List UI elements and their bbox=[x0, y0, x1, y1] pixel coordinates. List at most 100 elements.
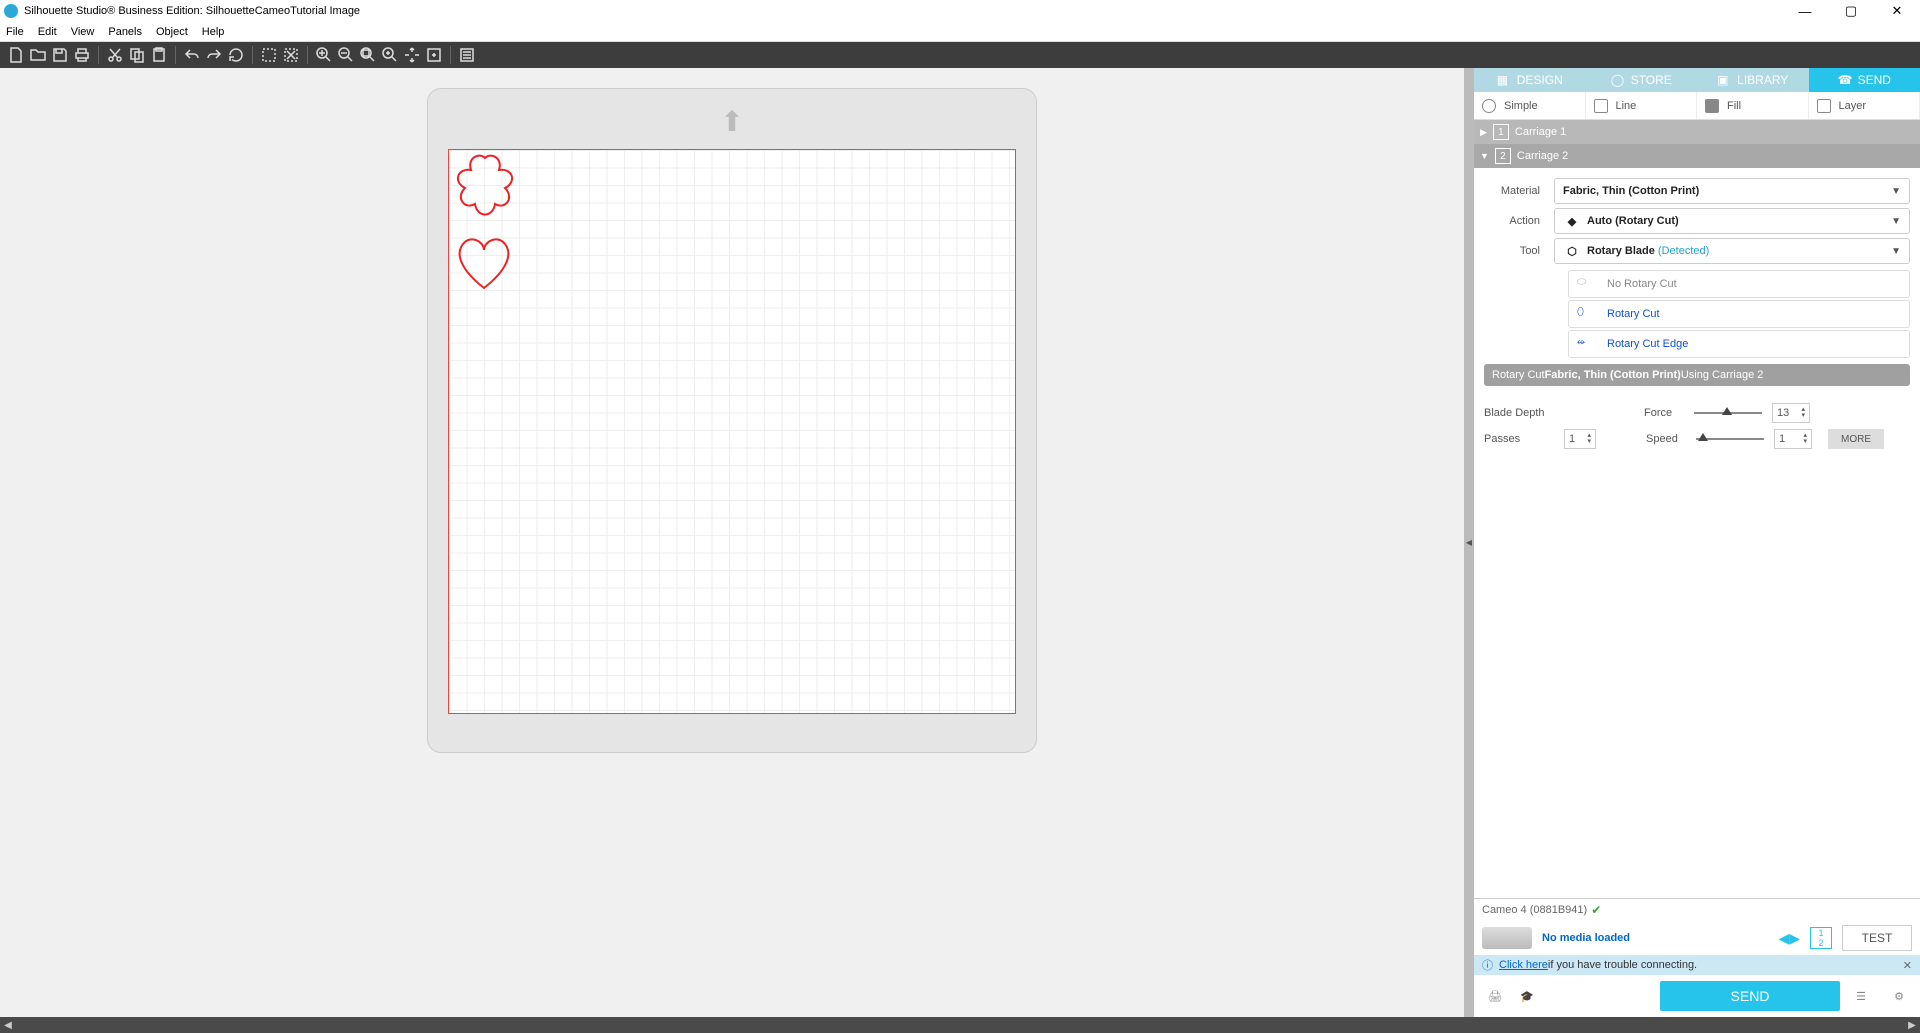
menu-help[interactable]: Help bbox=[202, 26, 225, 38]
zoom-drag-icon[interactable] bbox=[380, 45, 400, 65]
force-slider[interactable] bbox=[1694, 408, 1762, 418]
copy-icon[interactable] bbox=[127, 45, 147, 65]
select-all-icon[interactable] bbox=[259, 45, 279, 65]
media-bar: No media loaded ◀▶ 12 TEST bbox=[1474, 921, 1920, 955]
tab-send-label: SEND bbox=[1858, 73, 1891, 87]
title-bar: Silhouette Studio® Business Edition: Sil… bbox=[0, 0, 1920, 22]
menu-edit[interactable]: Edit bbox=[38, 26, 57, 38]
device-icon[interactable]: 🖨 bbox=[1484, 985, 1506, 1007]
cut-icon[interactable] bbox=[105, 45, 125, 65]
mode-layer[interactable]: Layer bbox=[1809, 92, 1920, 119]
redo-icon[interactable] bbox=[204, 45, 224, 65]
more-button[interactable]: MORE bbox=[1828, 429, 1884, 449]
stepper-icon[interactable]: ▴▾ bbox=[1587, 433, 1591, 445]
load-arrows-icon[interactable]: ◀▶ bbox=[1778, 930, 1800, 947]
zoom-in-icon[interactable] bbox=[314, 45, 334, 65]
tool-row: Tool ⬡Rotary Blade (Detected) ▼ bbox=[1484, 236, 1910, 266]
more-label: MORE bbox=[1841, 434, 1871, 445]
menu-object[interactable]: Object bbox=[156, 26, 188, 38]
menu-panels[interactable]: Panels bbox=[108, 26, 142, 38]
folder-icon: ▣ bbox=[1717, 73, 1731, 87]
force-input[interactable]: 13 ▴▾ bbox=[1772, 403, 1810, 423]
zoom-selection-icon[interactable] bbox=[358, 45, 378, 65]
print-icon[interactable] bbox=[72, 45, 92, 65]
collapsed-icon: ▶ bbox=[1480, 127, 1487, 138]
passes-input[interactable]: 1 ▴▾ bbox=[1564, 429, 1596, 449]
material-dropdown[interactable]: Fabric, Thin (Cotton Print) ▼ bbox=[1554, 178, 1910, 204]
menu-bar: File Edit View Panels Object Help bbox=[0, 22, 1920, 42]
passes-value: 1 bbox=[1569, 433, 1575, 445]
blade-depth-label: Blade Depth bbox=[1484, 407, 1554, 419]
graduation-icon[interactable]: 🎓 bbox=[1516, 985, 1538, 1007]
option-rotary-cut-edge[interactable]: ⬰ Rotary Cut Edge bbox=[1568, 330, 1910, 358]
open-file-icon[interactable] bbox=[28, 45, 48, 65]
carriage-2-header[interactable]: ▼ 2 Carriage 2 bbox=[1474, 144, 1920, 168]
tool-dropdown[interactable]: ⬡Rotary Blade (Detected) ▼ bbox=[1554, 238, 1910, 264]
menu-file[interactable]: File bbox=[6, 26, 24, 38]
list-icon[interactable]: ☰ bbox=[1850, 985, 1872, 1007]
carriage-1-header[interactable]: ▶ 1 Carriage 1 bbox=[1474, 120, 1920, 144]
window-title: Silhouette Studio® Business Edition: Sil… bbox=[24, 5, 360, 17]
option-rotary-cut[interactable]: ⬯ Rotary Cut bbox=[1568, 300, 1910, 328]
deselect-icon[interactable] bbox=[281, 45, 301, 65]
top-tabs: ▦DESIGN ◯STORE ▣ LIBRARY ☎SEND bbox=[1474, 68, 1920, 92]
refresh-icon[interactable] bbox=[226, 45, 246, 65]
tab-store[interactable]: ◯STORE bbox=[1586, 68, 1698, 92]
flower-shape[interactable] bbox=[453, 154, 517, 220]
mode-fill[interactable]: Fill bbox=[1697, 92, 1809, 119]
trouble-text: if you have trouble connecting. bbox=[1548, 959, 1697, 971]
tab-design[interactable]: ▦DESIGN bbox=[1474, 68, 1586, 92]
test-button[interactable]: TEST bbox=[1842, 925, 1912, 951]
params-row-2: Passes 1▴▾ Speed 1▴▾ MORE bbox=[1484, 426, 1910, 452]
canvas-area[interactable]: ⬆ bbox=[0, 68, 1464, 1017]
new-file-icon[interactable] bbox=[6, 45, 26, 65]
tab-library[interactable]: ▣ LIBRARY bbox=[1697, 68, 1809, 92]
preferences-icon[interactable] bbox=[457, 45, 477, 65]
mode-line[interactable]: Line bbox=[1586, 92, 1698, 119]
panel-splitter[interactable] bbox=[1464, 68, 1474, 1017]
scroll-left-icon[interactable]: ◀ bbox=[0, 1017, 16, 1033]
close-trouble-icon[interactable]: ✕ bbox=[1903, 959, 1912, 972]
mode-simple[interactable]: Simple bbox=[1474, 92, 1586, 119]
scroll-right-icon[interactable]: ▶ bbox=[1904, 1017, 1920, 1033]
zoom-out-icon[interactable] bbox=[336, 45, 356, 65]
design-canvas[interactable] bbox=[448, 149, 1016, 714]
fit-page-icon[interactable] bbox=[424, 45, 444, 65]
material-row: Material Fabric, Thin (Cotton Print) ▼ bbox=[1484, 176, 1910, 206]
close-button[interactable]: ✕ bbox=[1874, 0, 1920, 22]
undo-icon[interactable] bbox=[182, 45, 202, 65]
minimize-button[interactable]: — bbox=[1782, 0, 1828, 22]
horizontal-scrollbar[interactable]: ◀ ▶ bbox=[0, 1017, 1920, 1033]
separator bbox=[252, 46, 253, 64]
app-icon bbox=[4, 4, 18, 18]
send-button-label: SEND bbox=[1731, 988, 1770, 1004]
paste-icon[interactable] bbox=[149, 45, 169, 65]
stepper-icon[interactable]: ▴▾ bbox=[1801, 407, 1805, 419]
main-area: ⬆ ▦DESIGN ◯STORE ▣ LIBRARY ☎SEND Simple L… bbox=[0, 68, 1920, 1017]
trouble-link[interactable]: Click here bbox=[1499, 959, 1548, 971]
save-icon[interactable] bbox=[50, 45, 70, 65]
speed-input[interactable]: 1▴▾ bbox=[1774, 429, 1812, 449]
action-dropdown[interactable]: ◆Auto (Rotary Cut) ▼ bbox=[1554, 208, 1910, 234]
maximize-button[interactable]: ▢ bbox=[1828, 0, 1874, 22]
blade-icon: ◆ bbox=[1563, 212, 1581, 230]
tool-value: Rotary Blade bbox=[1587, 245, 1658, 257]
menu-view[interactable]: View bbox=[71, 26, 95, 38]
pan-icon[interactable] bbox=[402, 45, 422, 65]
trouble-bar: ⓘ Click here if you have trouble connect… bbox=[1474, 955, 1920, 975]
send-button[interactable]: SEND bbox=[1660, 981, 1840, 1011]
circle-icon bbox=[1482, 99, 1496, 113]
tab-library-label: LIBRARY bbox=[1737, 73, 1788, 87]
heart-shape[interactable] bbox=[453, 234, 515, 292]
gear-icon[interactable]: ⚙ bbox=[1888, 985, 1910, 1007]
tab-send[interactable]: ☎SEND bbox=[1809, 68, 1920, 92]
force-value: 13 bbox=[1777, 407, 1789, 419]
speed-slider[interactable] bbox=[1696, 434, 1764, 444]
action-label: Action bbox=[1484, 215, 1554, 227]
rotary-cut-icon: ⬯ bbox=[1577, 306, 1597, 322]
cut-info-bar: Rotary Cut Fabric, Thin (Cotton Print) U… bbox=[1484, 364, 1910, 386]
option-no-rotary-cut[interactable]: ⬭ No Rotary Cut bbox=[1568, 270, 1910, 298]
carriage-toggle[interactable]: 12 bbox=[1810, 927, 1832, 949]
device-status: Cameo 4 (0881B941) ✔ bbox=[1474, 898, 1920, 921]
stepper-icon[interactable]: ▴▾ bbox=[1803, 433, 1807, 445]
